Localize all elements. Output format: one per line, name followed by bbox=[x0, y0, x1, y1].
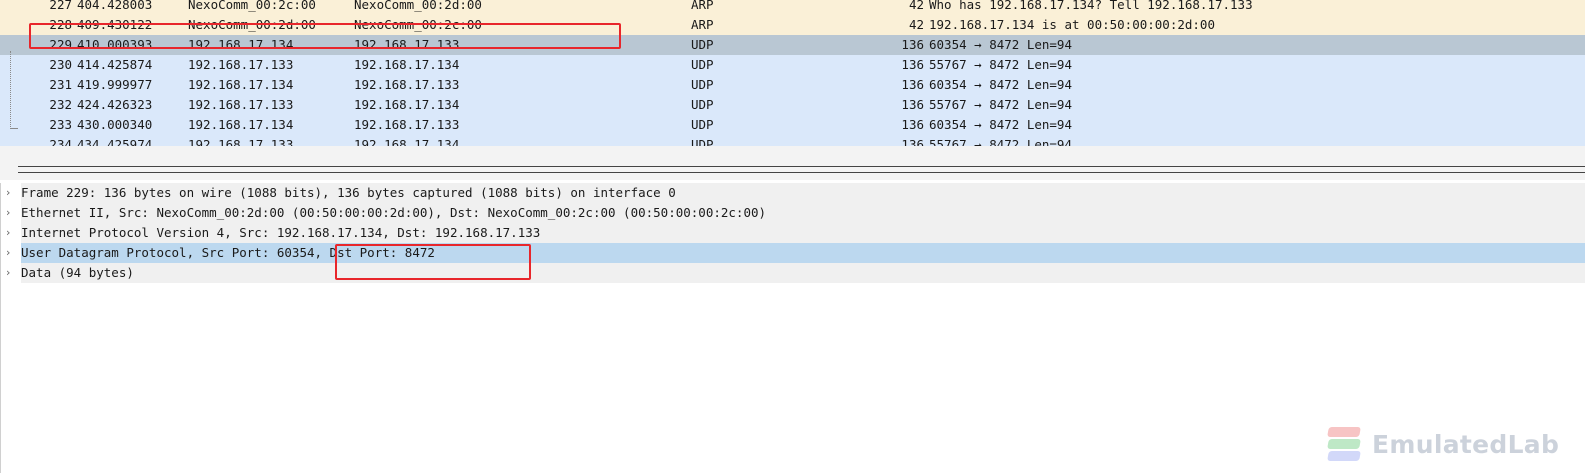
packet-dst-cell: 192.168.17.134 bbox=[354, 97, 460, 112]
packet-row[interactable]: 230 414.425874 192.168.17.133 192.168.17.13… bbox=[0, 55, 1585, 75]
packet-time-cell: 414.425874 bbox=[77, 57, 153, 72]
logo-layer bbox=[1327, 427, 1361, 437]
packet-time-cell: 430.000340 bbox=[77, 117, 153, 132]
packet-proto-cell: UDP bbox=[691, 77, 714, 92]
packet-src-cell: 192.168.17.134 bbox=[188, 77, 294, 92]
packet-len-cell: 42 bbox=[908, 17, 924, 32]
packet-time-cell: 424.426323 bbox=[77, 97, 153, 112]
packet-row[interactable]: 227 404.428003 NexoComm_00:2c:00 NexoComm_0… bbox=[0, 0, 1585, 15]
packet-info-cell: 192.168.17.134 is at 00:50:00:00:2d:00 bbox=[929, 17, 1215, 32]
detail-row-text: Internet Protocol Version 4, Src: 192.16… bbox=[21, 225, 541, 240]
detail-row[interactable]: › Data (94 bytes) bbox=[6, 263, 1585, 283]
stacked-layers-logo-icon bbox=[1324, 425, 1364, 463]
packet-src-cell: NexoComm_00:2d:00 bbox=[188, 17, 316, 32]
packet-row[interactable]: 233 430.000340 192.168.17.134 192.168.17.13… bbox=[0, 115, 1585, 135]
packet-info-cell: 55767 → 8472 Len=94 bbox=[929, 137, 1072, 146]
detail-row[interactable]: › Frame 229: 136 bytes on wire (1088 bits… bbox=[6, 183, 1585, 203]
packet-info-cell: 60354 → 8472 Len=94 bbox=[929, 37, 1072, 52]
packet-info-cell: 55767 → 8472 Len=94 bbox=[929, 97, 1072, 112]
packet-info-cell: 60354 → 8472 Len=94 bbox=[929, 77, 1072, 92]
chevron-right-icon[interactable]: › bbox=[6, 263, 10, 283]
chevron-right-icon[interactable]: › bbox=[6, 243, 10, 263]
packet-proto-cell: UDP bbox=[691, 57, 714, 72]
chevron-right-icon[interactable]: › bbox=[6, 203, 10, 223]
logo-layer bbox=[1327, 451, 1361, 461]
packet-proto-cell: UDP bbox=[691, 97, 714, 112]
packet-len-cell: 136 bbox=[901, 57, 924, 72]
packet-dst-cell: NexoComm_00:2d:00 bbox=[354, 0, 482, 12]
packet-row[interactable]: 229 410.000393 192.168.17.134 192.168.17.13… bbox=[0, 35, 1585, 55]
conversation-tree-line bbox=[10, 51, 11, 129]
packet-row[interactable]: 231 419.999977 192.168.17.134 192.168.17.13… bbox=[0, 75, 1585, 95]
detail-row-text: Frame 229: 136 bytes on wire (1088 bits)… bbox=[21, 185, 676, 200]
packet-len-cell: 42 bbox=[908, 0, 924, 12]
packet-time-cell: 409.430122 bbox=[77, 17, 153, 32]
packet-row[interactable]: 228 409.430122 NexoComm_00:2d:00 NexoComm_0… bbox=[0, 15, 1585, 35]
packet-time-cell: 419.999977 bbox=[77, 77, 153, 92]
divider-line-top bbox=[18, 166, 1585, 167]
packet-len-cell: 136 bbox=[901, 77, 924, 92]
packet-src-cell: 192.168.17.134 bbox=[188, 117, 294, 132]
packet-proto-cell: UDP bbox=[691, 117, 714, 132]
packet-no-cell: 234 bbox=[49, 137, 72, 146]
packet-time-cell: 404.428003 bbox=[77, 0, 153, 12]
packet-no-cell: 228 bbox=[49, 17, 72, 32]
packet-no-cell: 227 bbox=[49, 0, 72, 12]
detail-row[interactable]: › Ethernet II, Src: NexoComm_00:2d:00 (00… bbox=[6, 203, 1585, 223]
packet-time-cell: 410.000393 bbox=[77, 37, 153, 52]
detail-row-text: Ethernet II, Src: NexoComm_00:2d:00 (00:… bbox=[21, 205, 767, 220]
packet-proto-cell: ARP bbox=[691, 0, 714, 12]
packet-info-cell: 60354 → 8472 Len=94 bbox=[929, 117, 1072, 132]
packet-src-cell: 192.168.17.133 bbox=[188, 137, 294, 146]
packet-src-cell: 192.168.17.134 bbox=[188, 37, 294, 52]
packet-dst-cell: 192.168.17.134 bbox=[354, 137, 460, 146]
chevron-right-icon[interactable]: › bbox=[6, 183, 10, 203]
packet-len-cell: 136 bbox=[901, 137, 924, 146]
packet-src-cell: NexoComm_00:2c:00 bbox=[188, 0, 316, 12]
packet-len-cell: 136 bbox=[901, 97, 924, 112]
packet-dst-cell: 192.168.17.133 bbox=[354, 77, 460, 92]
packet-proto-cell: UDP bbox=[691, 137, 714, 146]
detail-row-text: User Datagram Protocol, Src Port: 60354,… bbox=[21, 245, 435, 260]
packet-len-cell: 136 bbox=[901, 117, 924, 132]
packet-dst-cell: 192.168.17.133 bbox=[354, 117, 460, 132]
packet-row[interactable]: 232 424.426323 192.168.17.133 192.168.17.13… bbox=[0, 95, 1585, 115]
packet-row[interactable]: 234 434.425974 192.168.17.133 192.168.17.13… bbox=[0, 135, 1585, 146]
packet-proto-cell: ARP bbox=[691, 17, 714, 32]
detail-row-text: Data (94 bytes) bbox=[21, 265, 134, 280]
divider-line-bottom bbox=[18, 172, 1585, 173]
packet-proto-cell: UDP bbox=[691, 37, 714, 52]
detail-row[interactable]: › User Datagram Protocol, Src Port: 60354… bbox=[6, 243, 1585, 263]
watermark: EmulatedLab bbox=[1324, 424, 1559, 464]
detail-row[interactable]: › Internet Protocol Version 4, Src: 192.1… bbox=[6, 223, 1585, 243]
packet-src-cell: 192.168.17.133 bbox=[188, 57, 294, 72]
logo-layer bbox=[1327, 439, 1361, 449]
conversation-tree-end bbox=[10, 128, 18, 129]
watermark-text: EmulatedLab bbox=[1372, 429, 1560, 459]
packet-info-cell: Who has 192.168.17.134? Tell 192.168.17.… bbox=[929, 0, 1253, 12]
packet-src-cell: 192.168.17.133 bbox=[188, 97, 294, 112]
chevron-right-icon[interactable]: › bbox=[6, 223, 10, 243]
pane-divider[interactable] bbox=[0, 146, 1585, 180]
packet-time-cell: 434.425974 bbox=[77, 137, 153, 146]
packet-len-cell: 136 bbox=[901, 37, 924, 52]
packet-dst-cell: 192.168.17.134 bbox=[354, 57, 460, 72]
packet-dst-cell: NexoComm_00:2c:00 bbox=[354, 17, 482, 32]
packet-dst-cell: 192.168.17.133 bbox=[354, 37, 460, 52]
packet-list: 227 404.428003 NexoComm_00:2c:00 NexoComm_0… bbox=[0, 0, 1585, 146]
packet-info-cell: 55767 → 8472 Len=94 bbox=[929, 57, 1072, 72]
